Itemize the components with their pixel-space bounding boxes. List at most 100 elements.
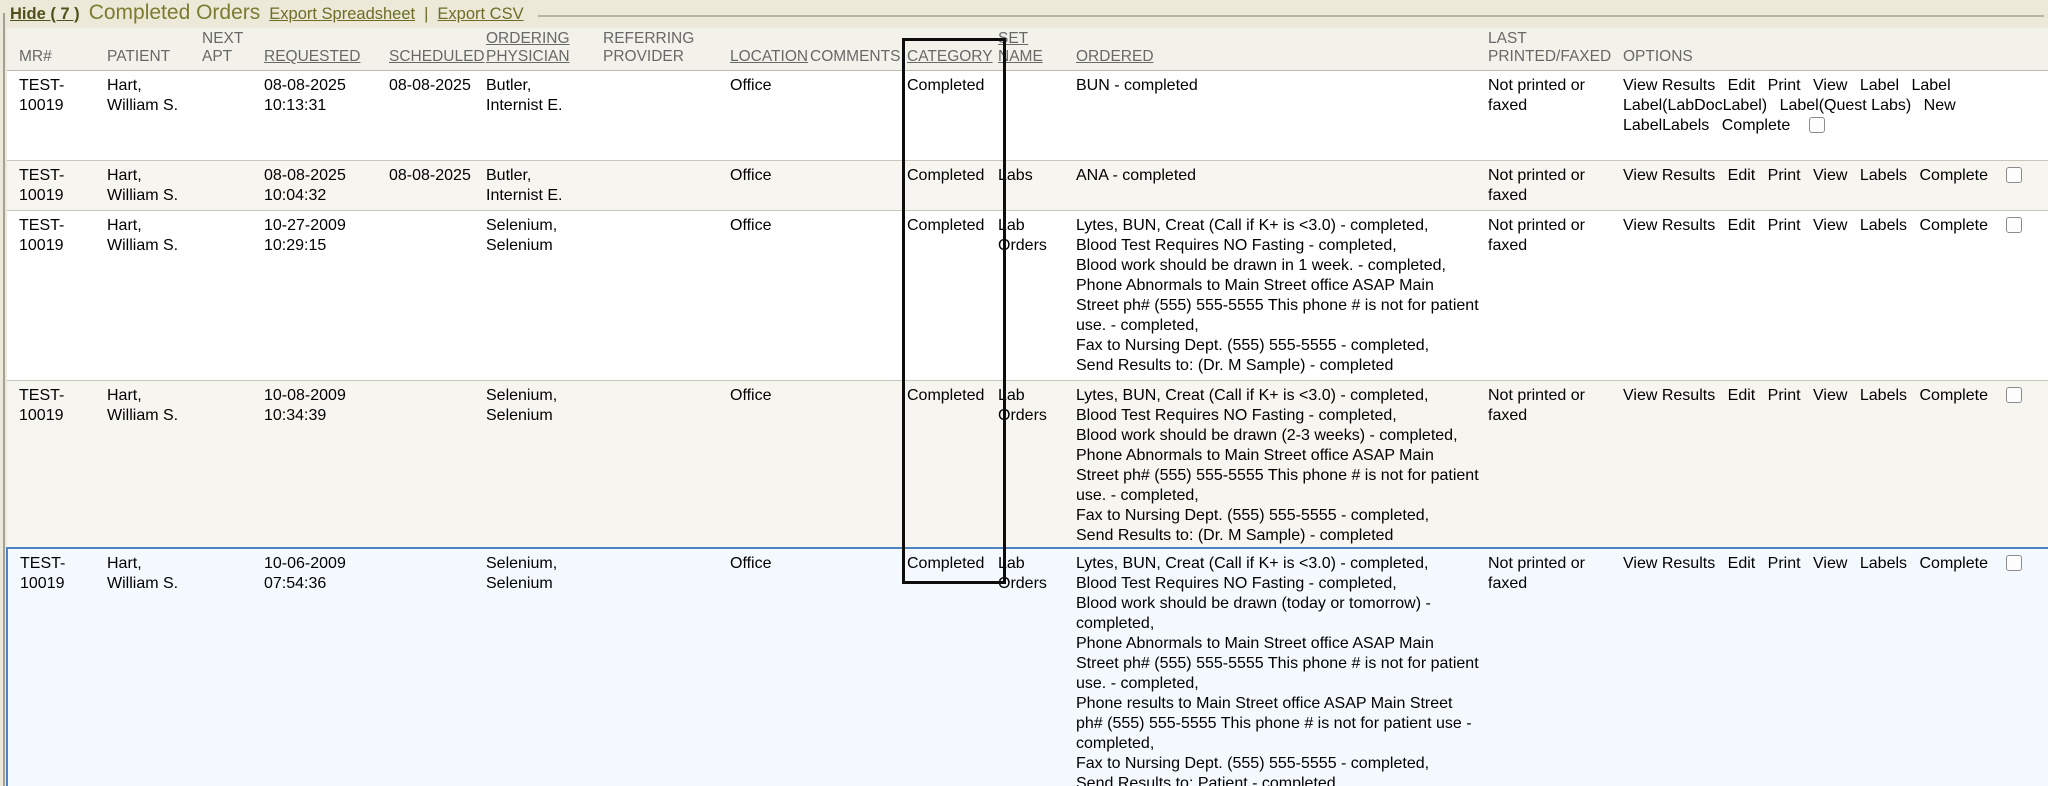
cell-ordered: Lytes, BUN, Creat (Call if K+ is <3.0) -… — [1076, 381, 1488, 548]
row-complete-checkbox[interactable] — [2006, 555, 2022, 571]
row-complete-checkbox[interactable] — [1809, 117, 1825, 133]
option-link-labels[interactable]: Labels — [1860, 167, 1907, 184]
cell-set-name — [998, 71, 1076, 161]
table-row[interactable]: TEST-10019Hart, William S. 10-08-2009 10:… — [7, 381, 2048, 548]
option-link-labels[interactable]: Labels — [1860, 555, 1907, 572]
cell-ordering-physician: Butler, Internist E. — [486, 71, 603, 161]
cell-mr: TEST-10019 — [7, 548, 107, 786]
table-row[interactable]: TEST-10019Hart, William S.08-08-2025 10:… — [7, 161, 2048, 211]
cell-options: View Results Edit Print View Label Label… — [1623, 71, 2048, 161]
col-header-mr: MR# — [7, 28, 107, 71]
option-link-view[interactable]: View — [1813, 217, 1847, 234]
ordered-item: Blood work should be drawn (2-3 weeks) -… — [1076, 426, 1480, 446]
col-header-category[interactable]: CATEGORY — [907, 28, 998, 71]
option-link-view-results[interactable]: View Results — [1623, 77, 1715, 94]
option-link-complete[interactable]: Complete — [1919, 167, 1987, 184]
option-link-print[interactable]: Print — [1768, 387, 1801, 404]
col-header-location[interactable]: LOCATION — [730, 28, 810, 71]
option-link-labels[interactable]: Labels — [1860, 217, 1907, 234]
cell-next-apt — [202, 211, 264, 381]
col-header-set-name[interactable]: SET NAME — [998, 28, 1076, 71]
cell-scheduled — [389, 211, 486, 381]
row-complete-checkbox[interactable] — [2006, 167, 2022, 183]
page-title: Completed Orders — [89, 1, 261, 25]
cell-patient: Hart, William S. — [107, 211, 202, 381]
ordered-item: Send Results to: (Dr. M Sample) - comple… — [1076, 356, 1480, 376]
ordered-item: Phone results to Main Street office ASAP… — [1076, 694, 1480, 754]
option-link-label[interactable]: Label — [1911, 77, 1950, 94]
option-link-edit[interactable]: Edit — [1728, 167, 1756, 184]
option-link-complete[interactable]: Complete — [1919, 555, 1987, 572]
col-header-ordered[interactable]: ORDERED — [1076, 28, 1488, 71]
cell-ordering-physician: Butler, Internist E. — [486, 161, 603, 211]
col-header-scheduled[interactable]: SCHEDULED — [389, 28, 486, 71]
cell-last-printed-faxed: Not printed or faxed — [1488, 381, 1623, 548]
option-link-print[interactable]: Print — [1768, 167, 1801, 184]
table-row[interactable]: TEST-10019Hart, William S. 10-06-2009 07:… — [7, 548, 2048, 786]
cell-requested: 08-08-2025 10:13:31 — [264, 71, 389, 161]
export-spreadsheet-link[interactable]: Export Spreadsheet — [269, 5, 415, 24]
link-separator: | — [424, 5, 428, 24]
cell-comments — [810, 211, 907, 381]
cell-location: Office — [730, 548, 810, 786]
table-row[interactable]: TEST-10019Hart, William S.08-08-2025 10:… — [7, 71, 2048, 161]
cell-requested: 10-27-2009 10:29:15 — [264, 211, 389, 381]
option-link-label-quest-labs[interactable]: Label(Quest Labs) — [1780, 97, 1912, 114]
option-link-complete[interactable]: Complete — [1722, 117, 1790, 134]
ordered-item: ANA - completed — [1076, 166, 1480, 186]
option-link-print[interactable]: Print — [1768, 555, 1801, 572]
option-link-print[interactable]: Print — [1768, 217, 1801, 234]
option-link-edit[interactable]: Edit — [1728, 217, 1756, 234]
option-link-label-labdoclabel[interactable]: Label(LabDocLabel) — [1623, 97, 1767, 114]
cell-set-name: Lab Orders — [998, 548, 1076, 786]
option-link-view-results[interactable]: View Results — [1623, 167, 1715, 184]
option-link-view-results[interactable]: View Results — [1623, 555, 1715, 572]
cell-set-name: Lab Orders — [998, 211, 1076, 381]
row-complete-checkbox[interactable] — [2006, 387, 2022, 403]
cell-last-printed-faxed: Not printed or faxed — [1488, 211, 1623, 381]
option-link-complete[interactable]: Complete — [1919, 217, 1987, 234]
cell-mr: TEST-10019 — [7, 381, 107, 548]
option-link-view[interactable]: View — [1813, 387, 1847, 404]
option-link-complete[interactable]: Complete — [1919, 387, 1987, 404]
col-header-requested[interactable]: REQUESTED — [264, 28, 389, 71]
ordered-item: Blood work should be drawn in 1 week. - … — [1076, 256, 1480, 276]
option-link-view[interactable]: View — [1813, 77, 1847, 94]
option-link-view[interactable]: View — [1813, 167, 1847, 184]
row-complete-checkbox[interactable] — [2006, 217, 2022, 233]
col-header-ordering-physician[interactable]: ORDERING PHYSICIAN — [486, 28, 603, 71]
ordered-item: Phone Abnormals to Main Street office AS… — [1076, 634, 1480, 694]
cell-patient: Hart, William S. — [107, 548, 202, 786]
option-link-edit[interactable]: Edit — [1728, 555, 1756, 572]
cell-referring-provider — [603, 211, 730, 381]
cell-comments — [810, 71, 907, 161]
col-header-patient: PATIENT — [107, 28, 202, 71]
option-link-labels[interactable]: Labels — [1860, 387, 1907, 404]
cell-mr: TEST-10019 — [7, 211, 107, 381]
hide-toggle-link[interactable]: Hide ( 7 ) — [10, 5, 80, 24]
cell-ordered: Lytes, BUN, Creat (Call if K+ is <3.0) -… — [1076, 548, 1488, 786]
cell-patient: Hart, William S. — [107, 71, 202, 161]
option-link-print[interactable]: Print — [1768, 77, 1801, 94]
col-header-last-printed-faxed: LAST PRINTED/FAXED — [1488, 28, 1623, 71]
option-link-edit[interactable]: Edit — [1728, 77, 1756, 94]
panel-left-border — [3, 13, 5, 786]
cell-patient: Hart, William S. — [107, 381, 202, 548]
cell-requested: 10-08-2009 10:34:39 — [264, 381, 389, 548]
cell-patient: Hart, William S. — [107, 161, 202, 211]
table-row[interactable]: TEST-10019Hart, William S. 10-27-2009 10:… — [7, 211, 2048, 381]
option-link-view-results[interactable]: View Results — [1623, 217, 1715, 234]
col-header-next-apt: NEXT APT — [202, 28, 264, 71]
option-link-view-results[interactable]: View Results — [1623, 387, 1715, 404]
cell-comments — [810, 161, 907, 211]
cell-location: Office — [730, 161, 810, 211]
cell-referring-provider — [603, 71, 730, 161]
cell-last-printed-faxed: Not printed or faxed — [1488, 548, 1623, 786]
ordered-item: Fax to Nursing Dept. (555) 555-5555 - co… — [1076, 336, 1480, 356]
option-link-edit[interactable]: Edit — [1728, 387, 1756, 404]
cell-requested: 08-08-2025 10:04:32 — [264, 161, 389, 211]
option-link-view[interactable]: View — [1813, 555, 1847, 572]
export-csv-link[interactable]: Export CSV — [437, 5, 523, 24]
option-link-label[interactable]: Label — [1860, 77, 1899, 94]
cell-requested: 10-06-2009 07:54:36 — [264, 548, 389, 786]
